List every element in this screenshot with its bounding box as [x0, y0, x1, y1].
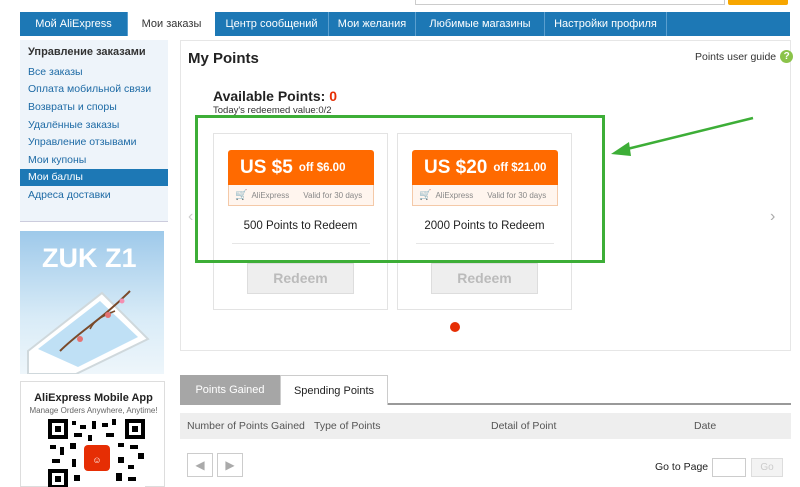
sidebar-item-my-coupons[interactable]: Мои купоны [20, 152, 168, 169]
col-detail-of-point: Detail of Point [491, 420, 557, 432]
search-button-edge[interactable] [728, 0, 788, 5]
redeem-button[interactable]: Redeem [431, 263, 538, 294]
available-points-value: 0 [329, 88, 337, 104]
nav-item-profile-settings[interactable]: Настройки профиля [545, 12, 667, 36]
promo-banner[interactable]: ZUK Z1 [20, 231, 164, 374]
mobile-app-box: AliExpress Mobile App Manage Orders Anyw… [20, 381, 165, 487]
sidebar-item-shipping-addresses[interactable]: Адреса доставки [20, 187, 168, 204]
sidebar-item-manage-reviews[interactable]: Управление отзывами [20, 134, 168, 151]
sidebar-item-mobile-payment[interactable]: Оплата мобильной связи [20, 81, 168, 98]
sidebar: Управление заказами Все заказы Оплата мо… [20, 40, 168, 222]
sidebar-item-all-orders[interactable]: Все заказы [20, 64, 168, 81]
annotation-arrow-icon [611, 116, 754, 156]
nav-item-my-orders[interactable]: Мои заказы [128, 12, 215, 36]
goto-page-label: Go to Page [655, 461, 709, 473]
sidebar-item-returns-disputes[interactable]: Возвраты и споры [20, 99, 168, 116]
goto-page-input[interactable] [712, 458, 746, 477]
carousel-dot[interactable] [450, 322, 460, 332]
prev-page-button[interactable]: ◀ [187, 453, 213, 477]
col-type-of-points: Type of Points [314, 420, 381, 432]
col-points-gained: Number of Points Gained [187, 420, 305, 432]
points-user-guide-link[interactable]: Points user guide ? [695, 50, 794, 63]
search-bar-edge[interactable] [415, 0, 725, 5]
carousel-next-icon[interactable]: › [770, 208, 775, 226]
carousel-prev-icon[interactable]: ‹ [188, 208, 193, 226]
tab-spending-points[interactable]: Spending Points [280, 375, 388, 405]
app-title: AliExpress Mobile App [34, 392, 153, 404]
sidebar-title: Управление заказами [28, 46, 146, 58]
app-subtitle: Manage Orders Anywhere, Anytime! [29, 406, 158, 415]
nav-item-my-aliexpress[interactable]: Мой AliExpress [20, 12, 128, 36]
sidebar-item-deleted-orders[interactable]: Удалённые заказы [20, 117, 168, 134]
points-tabs: Points Gained Spending Points [180, 375, 791, 405]
question-icon[interactable]: ? [780, 50, 794, 63]
table-header: Number of Points Gained Type of Points D… [180, 413, 791, 439]
nav-item-message-center[interactable]: Центр сообщений [215, 12, 329, 36]
redeem-button[interactable]: Redeem [247, 263, 354, 294]
main-nav: Мой AliExpress Мои заказы Центр сообщени… [20, 12, 790, 36]
svg-text:☺: ☺ [92, 455, 101, 465]
available-points-label: Available Points: [213, 88, 326, 104]
goto-page-button[interactable]: Go [751, 458, 783, 477]
nav-item-favorite-stores[interactable]: Любимые магазины [416, 12, 545, 36]
guide-label[interactable]: Points user guide [695, 51, 776, 63]
page-title: My Points [188, 50, 259, 67]
col-date: Date [694, 420, 717, 432]
sidebar-item-my-points[interactable]: Мои баллы [20, 169, 168, 186]
phone-branch-illustration [27, 290, 150, 374]
highlight-box [195, 115, 605, 263]
tab-points-gained[interactable]: Points Gained [180, 375, 280, 405]
available-points: Available Points: 0 [213, 88, 337, 104]
qr-code-icon: ☺ [48, 419, 145, 487]
nav-item-wishlist[interactable]: Мои желания [329, 12, 416, 36]
next-page-button[interactable]: ▶ [217, 453, 243, 477]
